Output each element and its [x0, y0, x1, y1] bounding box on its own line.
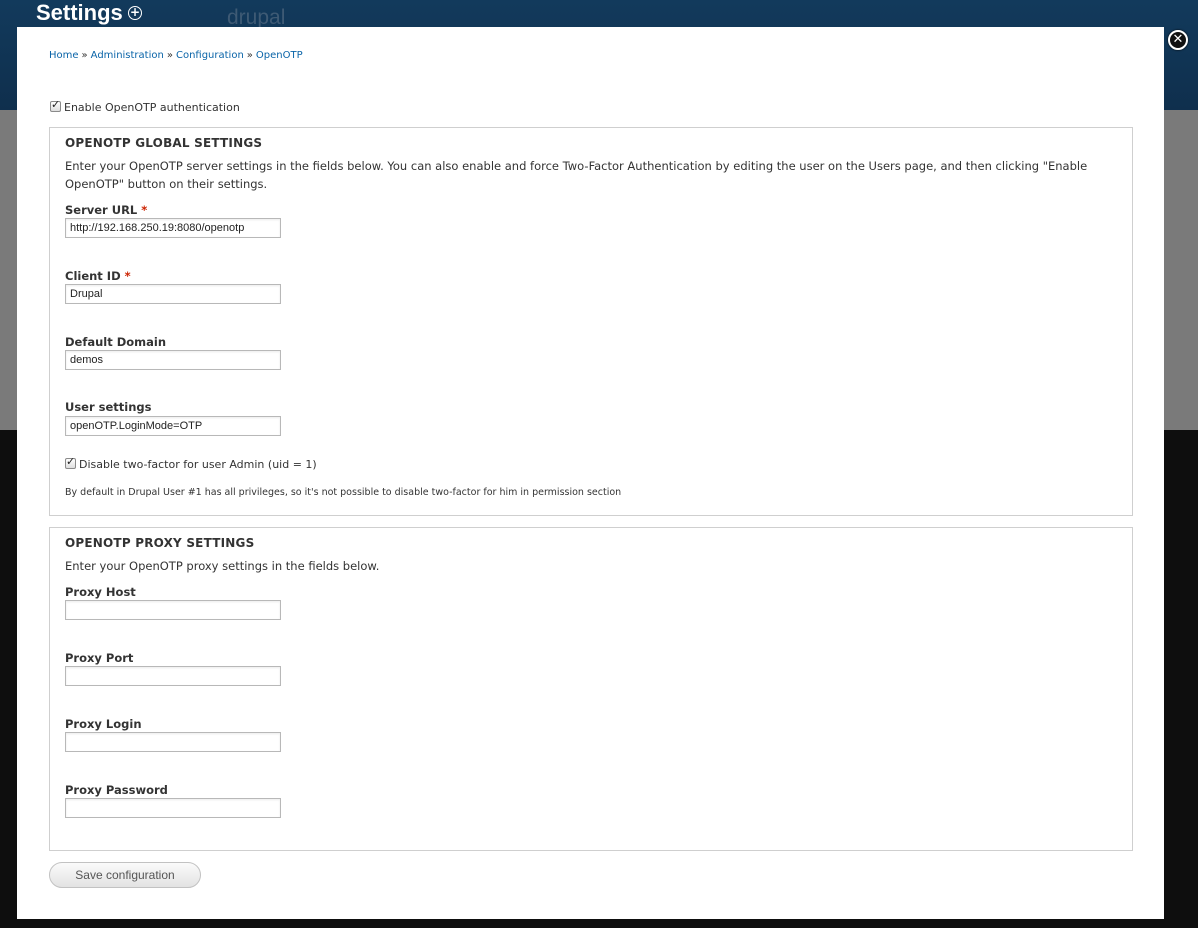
- proxy-host-input[interactable]: [65, 600, 281, 620]
- proxy-settings-fieldset: OPENOTP PROXY SETTINGS Enter your OpenOT…: [49, 527, 1133, 851]
- proxy-settings-legend: OPENOTP PROXY SETTINGS: [65, 536, 255, 550]
- client-id-input[interactable]: [65, 284, 281, 304]
- global-settings-description: Enter your OpenOTP server settings in th…: [65, 159, 1088, 191]
- breadcrumb-separator: »: [81, 50, 88, 61]
- proxy-host-label: Proxy Host: [65, 585, 136, 599]
- disable-admin-help: By default in Drupal User #1 has all pri…: [65, 487, 622, 498]
- breadcrumb-configuration[interactable]: Configuration: [176, 50, 244, 61]
- required-marker: *: [141, 203, 148, 217]
- proxy-password-label: Proxy Password: [65, 783, 168, 797]
- disable-admin-row: Disable two-factor for user Admin (uid =…: [65, 455, 317, 471]
- default-domain-label: Default Domain: [65, 335, 167, 349]
- proxy-port-input[interactable]: [65, 666, 281, 686]
- save-configuration-button[interactable]: Save configuration: [49, 862, 201, 888]
- enable-openotp-checkbox[interactable]: [50, 98, 61, 112]
- server-url-label: Server URL *: [65, 203, 148, 217]
- user-settings-label: User settings: [65, 400, 152, 414]
- enable-openotp-label: Enable OpenOTP authentication: [64, 101, 240, 114]
- default-domain-input[interactable]: [65, 350, 281, 370]
- disable-admin-checkbox[interactable]: [65, 455, 76, 469]
- breadcrumb-separator: »: [166, 50, 173, 61]
- global-settings-fieldset: OPENOTP GLOBAL SETTINGS Enter your OpenO…: [49, 127, 1133, 516]
- user-settings-input[interactable]: [65, 416, 281, 436]
- breadcrumb-home[interactable]: Home: [49, 50, 79, 61]
- enable-openotp-row: Enable OpenOTP authentication: [50, 98, 240, 114]
- required-marker: *: [124, 269, 131, 283]
- proxy-settings-description: Enter your OpenOTP proxy settings in the…: [65, 559, 380, 573]
- breadcrumb-openotp[interactable]: OpenOTP: [256, 50, 303, 61]
- breadcrumb-administration[interactable]: Administration: [91, 50, 164, 61]
- client-id-label: Client ID *: [65, 269, 131, 283]
- page-title: Settings: [36, 0, 123, 25]
- global-settings-legend: OPENOTP GLOBAL SETTINGS: [65, 136, 263, 150]
- proxy-login-input[interactable]: [65, 732, 281, 752]
- breadcrumb-separator: »: [246, 50, 253, 61]
- close-icon[interactable]: ✕: [1168, 30, 1188, 50]
- server-url-input[interactable]: [65, 218, 281, 238]
- disable-admin-label: Disable two-factor for user Admin (uid =…: [79, 458, 317, 471]
- breadcrumb: Home» Administration» Configuration» OpenOT…: [49, 50, 303, 61]
- add-shortcut-icon[interactable]: +: [128, 6, 142, 20]
- overlay-panel: Home» Administration» Configuration» OpenOT…: [17, 27, 1164, 919]
- proxy-port-label: Proxy Port: [65, 651, 134, 665]
- proxy-login-label: Proxy Login: [65, 717, 142, 731]
- proxy-password-input[interactable]: [65, 798, 281, 818]
